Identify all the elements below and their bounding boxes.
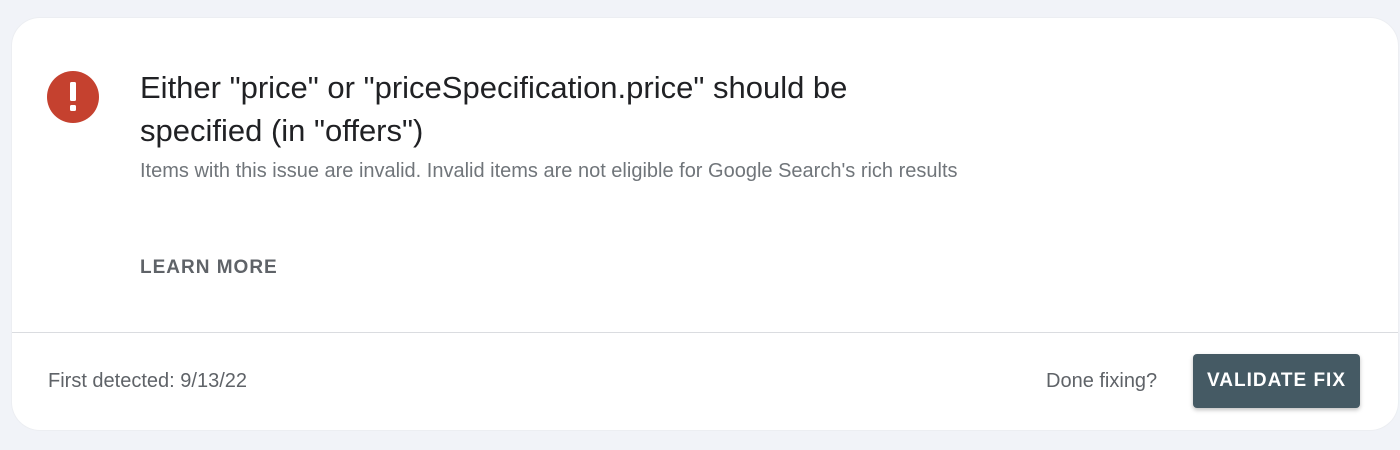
exclamation-glyph <box>70 82 76 111</box>
issue-description: Items with this issue are invalid. Inval… <box>140 160 958 182</box>
learn-more-link[interactable]: LEARN MORE <box>140 256 278 280</box>
done-fixing-prompt: Done fixing? <box>1046 370 1158 392</box>
first-detected-date: First detected: 9/13/22 <box>48 370 248 392</box>
footer-divider <box>12 332 1398 333</box>
validate-fix-button[interactable]: VALIDATE FIX <box>1193 354 1360 408</box>
issue-title: Either "price" or "priceSpecification.pr… <box>140 70 848 148</box>
error-icon <box>47 71 99 123</box>
issue-card: Either "price" or "priceSpecification.pr… <box>12 18 1398 430</box>
